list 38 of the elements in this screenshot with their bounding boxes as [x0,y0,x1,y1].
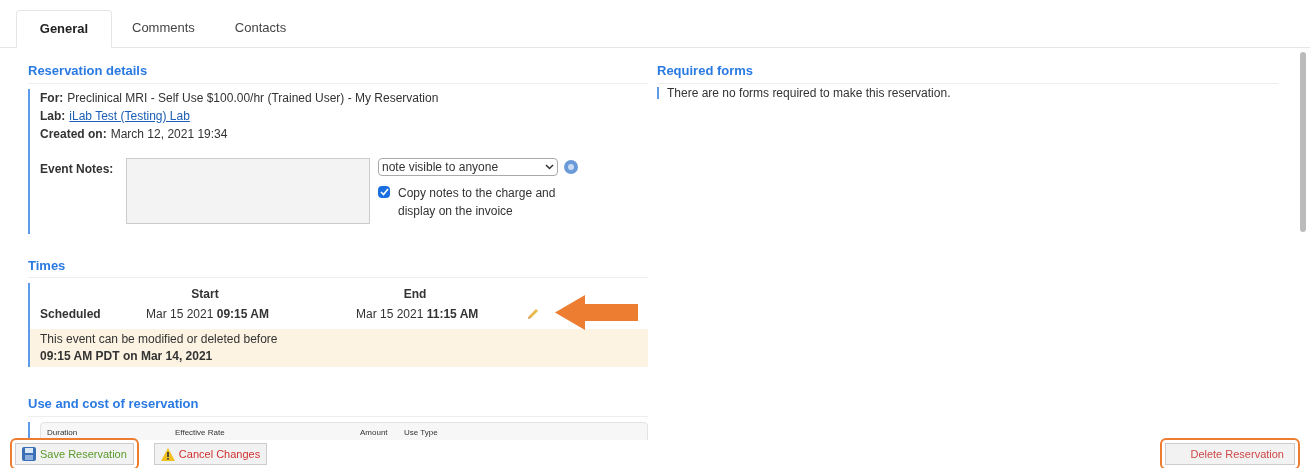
column-header: End [402,286,428,303]
notes-field[interactable] [126,157,370,224]
tab[interactable]: General [16,10,112,48]
field-value: Preclinical MRI - Self Use $100.00/hr (Trained User) - My Reservation [67,89,439,107]
column-header: Amount [360,427,389,438]
column-header: Duration [47,427,79,438]
visibility-dropdown[interactable]: note visible to anyone [378,157,558,176]
section-heading: Use and cost of reservation [28,394,648,417]
row-label: Scheduled [40,306,102,323]
start-time: Mar 15 2021 09:15 AM [146,306,270,323]
section-heading: Required forms [657,61,1278,84]
cancel-button[interactable]: Cancel Changes [153,443,268,465]
checkbox-label: Copy notes to the charge and display on the invoice [398,184,557,220]
help-icon[interactable] [564,159,578,174]
field-value: March 12, 2021 19:34 [110,125,228,143]
tab[interactable]: Contacts [214,9,307,47]
info-message: There are no forms required to make this reservation. [667,85,951,100]
tab[interactable]: Comments [112,9,215,47]
field-label: Created on: [40,125,107,143]
arrow-icon [555,295,638,330]
delete-button[interactable]: Delete Reservation [1165,443,1295,465]
notice-text: This event can be modified or deleted before [40,331,279,348]
chevron-icon [545,163,554,170]
pencil-icon[interactable] [526,307,540,321]
field-label: Lab: [40,107,66,125]
checkbox[interactable] [378,185,390,198]
field-label: For: [40,89,64,107]
column-header: Start [190,286,220,303]
notice-deadline: 09:15 AM PDT on Mar 14, 2021 [40,348,214,365]
section-heading: Times [28,255,648,278]
column-header: Effective Rate [175,427,226,438]
column-header: Use Type [404,427,439,438]
lab-link[interactable]: iLab Test (Testing) Lab [69,106,190,125]
end-time: Mar 15 2021 11:15 AM [356,306,480,323]
scrollbar[interactable] [1300,52,1306,232]
field-label: Event Notes: [40,160,115,178]
section-heading: Reservation details [28,61,648,84]
warning-icon [160,447,175,461]
